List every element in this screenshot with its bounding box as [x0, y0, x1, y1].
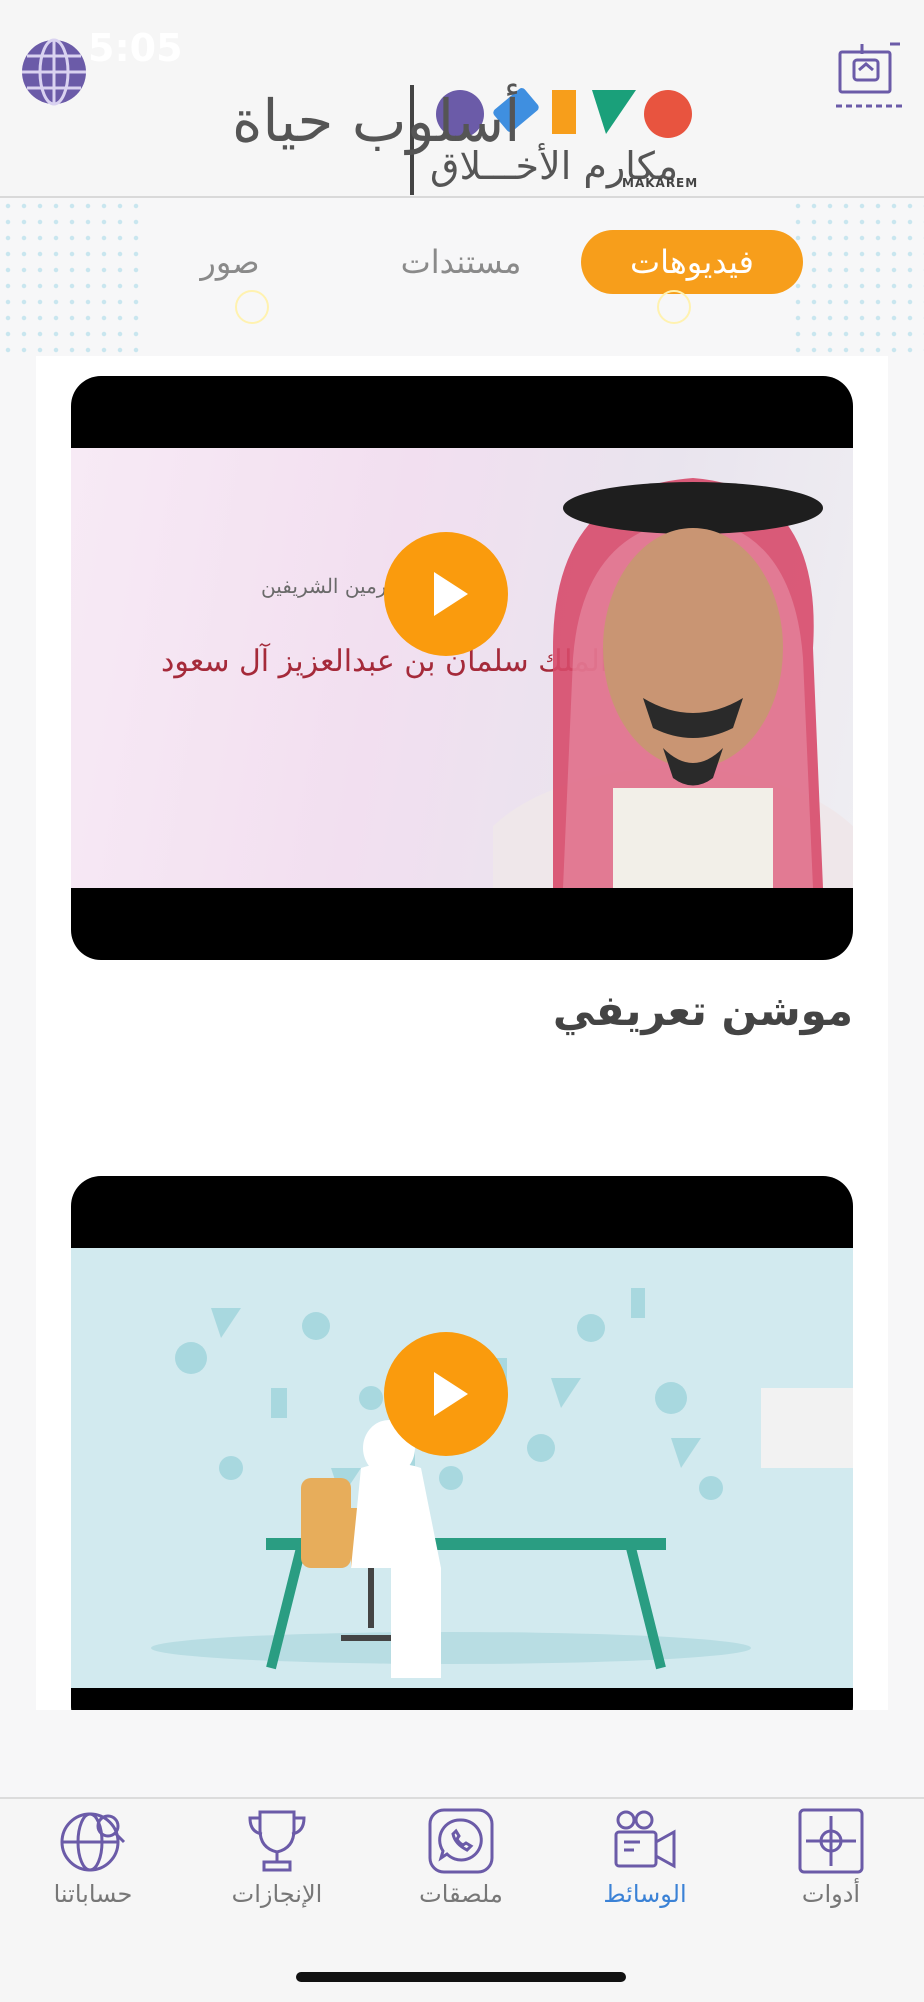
decor-ring — [657, 290, 691, 324]
nav-label: الوسائط — [603, 1880, 687, 1908]
video-thumbnail — [71, 1248, 853, 1688]
nav-item-achievements[interactable]: الإنجازات — [202, 1806, 352, 1916]
nav-item-media[interactable]: الوسائط — [570, 1806, 720, 1916]
home-indicator — [296, 1972, 626, 1982]
nav-item-stickers[interactable]: ملصقات — [386, 1806, 536, 1916]
tab-photos[interactable]: صور — [170, 230, 290, 294]
video-player[interactable] — [71, 1176, 853, 1710]
animated-scene-illustration — [151, 1288, 853, 1678]
trophy-icon — [242, 1806, 312, 1876]
slogan: أسلوب حياة — [232, 87, 521, 155]
nav-label: ملصقات — [419, 1880, 503, 1908]
play-button[interactable] — [384, 1332, 508, 1456]
video-title: موشن تعريفي — [552, 986, 853, 1035]
portrait-illustration — [493, 478, 853, 888]
brand-subtitle: MAKAREM — [622, 176, 699, 190]
language-globe-icon[interactable] — [18, 36, 90, 108]
nav-label: الإنجازات — [231, 1880, 323, 1908]
play-button[interactable] — [384, 532, 508, 656]
video-camera-icon — [610, 1806, 680, 1876]
status-time: 5:05 — [88, 26, 183, 70]
share-icon[interactable] — [832, 38, 906, 112]
background-dots-right — [790, 198, 924, 358]
nav-item-tools[interactable]: أدوات — [756, 1806, 906, 1916]
background-dots-left — [0, 198, 140, 358]
globe-search-icon — [58, 1806, 128, 1876]
media-list: خادم الحرمين الشريفين الملك سلمان بن عبد… — [36, 356, 888, 1710]
nav-label: حساباتنا — [53, 1880, 133, 1908]
tab-documents[interactable]: مستندات — [376, 230, 546, 294]
tools-icon — [796, 1806, 866, 1876]
video-thumbnail: خادم الحرمين الشريفين الملك سلمان بن عبد… — [71, 448, 853, 888]
whatsapp-icon — [426, 1806, 496, 1876]
tab-videos[interactable]: فيديوهات — [581, 230, 803, 294]
decor-ring — [235, 290, 269, 324]
video-player[interactable]: خادم الحرمين الشريفين الملك سلمان بن عبد… — [71, 376, 853, 960]
nav-item-accounts[interactable]: حساباتنا — [18, 1806, 168, 1916]
nav-label: أدوات — [801, 1880, 861, 1908]
